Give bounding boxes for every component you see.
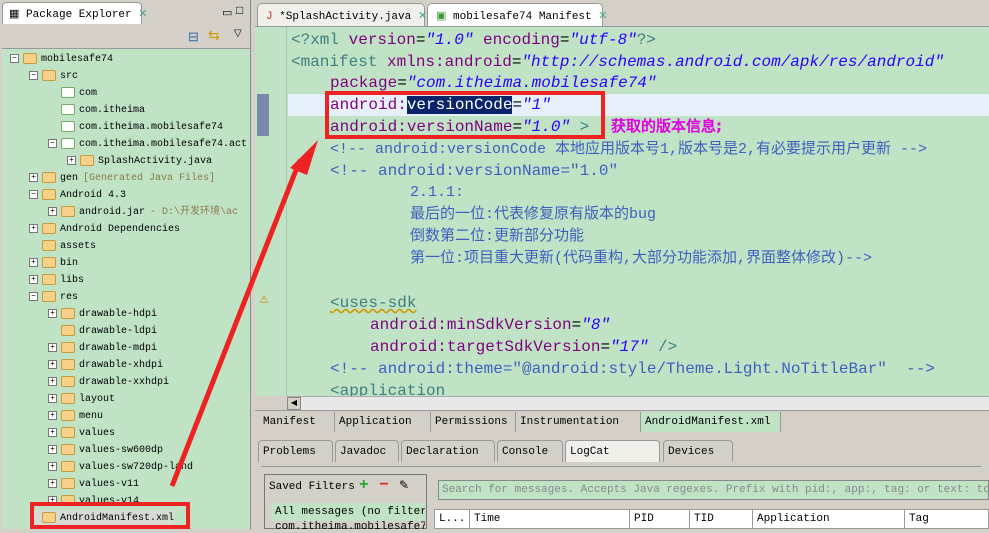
annotation-arrow: [169, 140, 318, 487]
